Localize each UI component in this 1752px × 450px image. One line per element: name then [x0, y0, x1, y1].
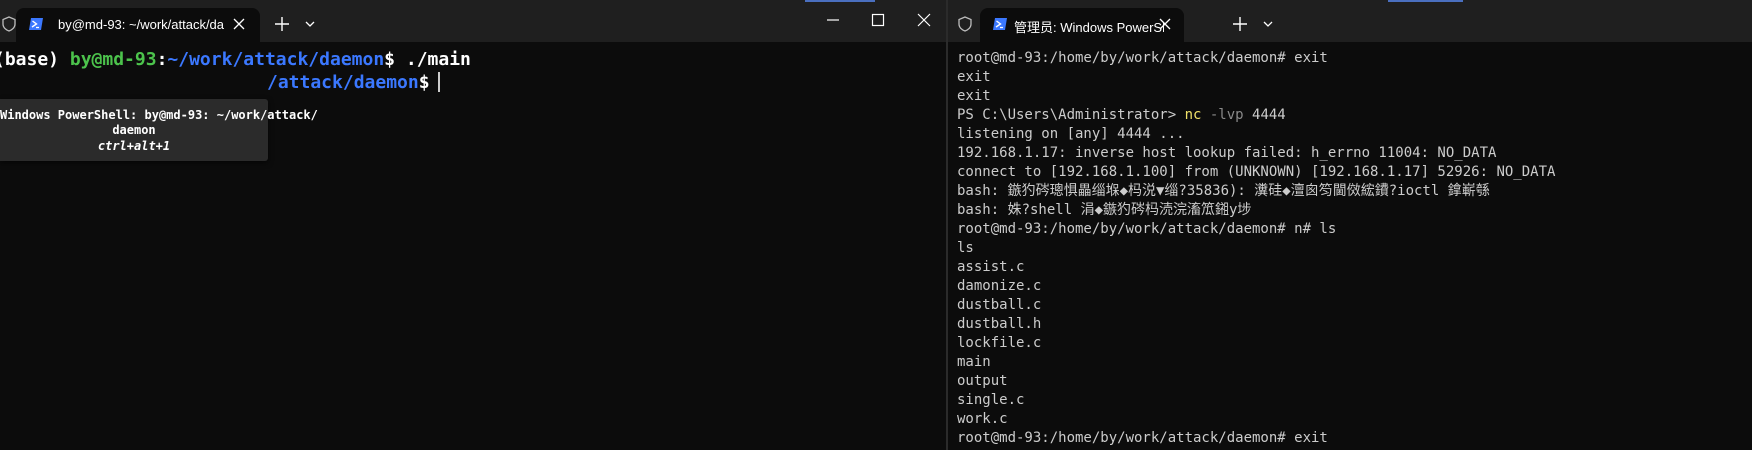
- file-entry: main: [957, 354, 991, 370]
- window-accent: [805, 0, 875, 2]
- file-entry: single.c: [957, 392, 1025, 408]
- file-entry: work.c: [957, 411, 1008, 427]
- file-entry: lockfile.c: [957, 335, 1042, 351]
- terminal-line: (base) by@md-93:~/work/attack/daemon$ ./…: [0, 49, 471, 70]
- terminal-line: listening on [any] 4444 ...: [957, 126, 1185, 142]
- chevron-down-icon[interactable]: [305, 21, 315, 27]
- terminal-line: root@md-93:/home/by/work/attack/daemon# …: [957, 221, 1337, 237]
- tab-title: 管理员: Windows PowerShell: [1014, 20, 1164, 35]
- terminal-line: root@md-93:/home/by/work/attack/daemon# …: [957, 50, 1328, 66]
- terminal-line: connect to [192.168.1.100] from (UNKNOWN…: [957, 164, 1556, 180]
- close-icon[interactable]: [1159, 18, 1171, 30]
- text-cursor: [437, 72, 440, 92]
- left-terminal-window: by@md-93: ~/work/attack/da (base) by@md-…: [0, 0, 946, 450]
- powershell-icon: [993, 18, 1007, 30]
- terminal-output[interactable]: (base) by@md-93:~/work/attack/daemon$ ./…: [0, 42, 946, 450]
- tab-title: by@md-93: ~/work/attack/da: [58, 17, 225, 32]
- plus-icon[interactable]: [275, 17, 289, 31]
- terminal-line: /attack/daemon$: [267, 71, 440, 95]
- tab-by-md-93[interactable]: by@md-93: ~/work/attack/da: [16, 8, 260, 42]
- left-titlebar: by@md-93: ~/work/attack/da: [0, 0, 946, 42]
- minimize-icon[interactable]: [826, 13, 840, 27]
- maximize-icon[interactable]: [871, 13, 885, 27]
- terminal-line: exit: [957, 88, 991, 104]
- chevron-down-icon[interactable]: [1263, 21, 1273, 27]
- plus-icon[interactable]: [1233, 17, 1247, 31]
- terminal-line: PS C:\Users\Administrator> nc -lvp 4444: [957, 107, 1286, 123]
- window-accent: [1388, 0, 1463, 2]
- terminal-output[interactable]: root@md-93:/home/by/work/attack/daemon# …: [948, 42, 1752, 450]
- tooltip-shortcut: ctrl+alt+1: [97, 139, 171, 153]
- tooltip-title: Windows PowerShell: by@md-93: ~/work/att…: [0, 108, 318, 122]
- file-entry: damonize.c: [957, 278, 1042, 294]
- close-icon[interactable]: [233, 18, 245, 30]
- powershell-icon: [29, 18, 43, 30]
- tooltip-title-cont: daemon: [112, 123, 156, 137]
- terminal-line: 192.168.1.17: inverse host lookup failed…: [957, 145, 1497, 161]
- file-entry: dustball.c: [957, 297, 1042, 313]
- right-titlebar: 管理员: Windows PowerShell: [948, 0, 1752, 42]
- tab-admin-powershell[interactable]: 管理员: Windows PowerShell: [980, 8, 1184, 42]
- terminal-line: exit: [957, 69, 991, 85]
- file-entry: dustball.h: [957, 316, 1042, 332]
- terminal-line: ls: [957, 240, 974, 256]
- file-entry: assist.c: [957, 259, 1025, 275]
- close-window-icon[interactable]: [917, 13, 931, 27]
- file-entry: output: [957, 373, 1008, 389]
- shield-icon: [958, 16, 972, 32]
- terminal-line: root@md-93:/home/by/work/attack/daemon# …: [957, 430, 1328, 446]
- shield-icon: [2, 16, 16, 32]
- right-terminal-window: 管理员: Windows PowerShell root@md-93:/home…: [948, 0, 1752, 450]
- tab-tooltip: Windows PowerShell: by@md-93: ~/work/att…: [0, 99, 318, 161]
- terminal-line: bash: 鏃犳硶璁惧畾缁堢◆杩涚▼缁?35836): 瀵硅◆澶囪笉閫傚綋鐨?i…: [957, 183, 1490, 199]
- terminal-line: bash: 姝?shell 涓◆鏃犳硶杩涜浣滀笟鎺у埗: [957, 202, 1252, 218]
